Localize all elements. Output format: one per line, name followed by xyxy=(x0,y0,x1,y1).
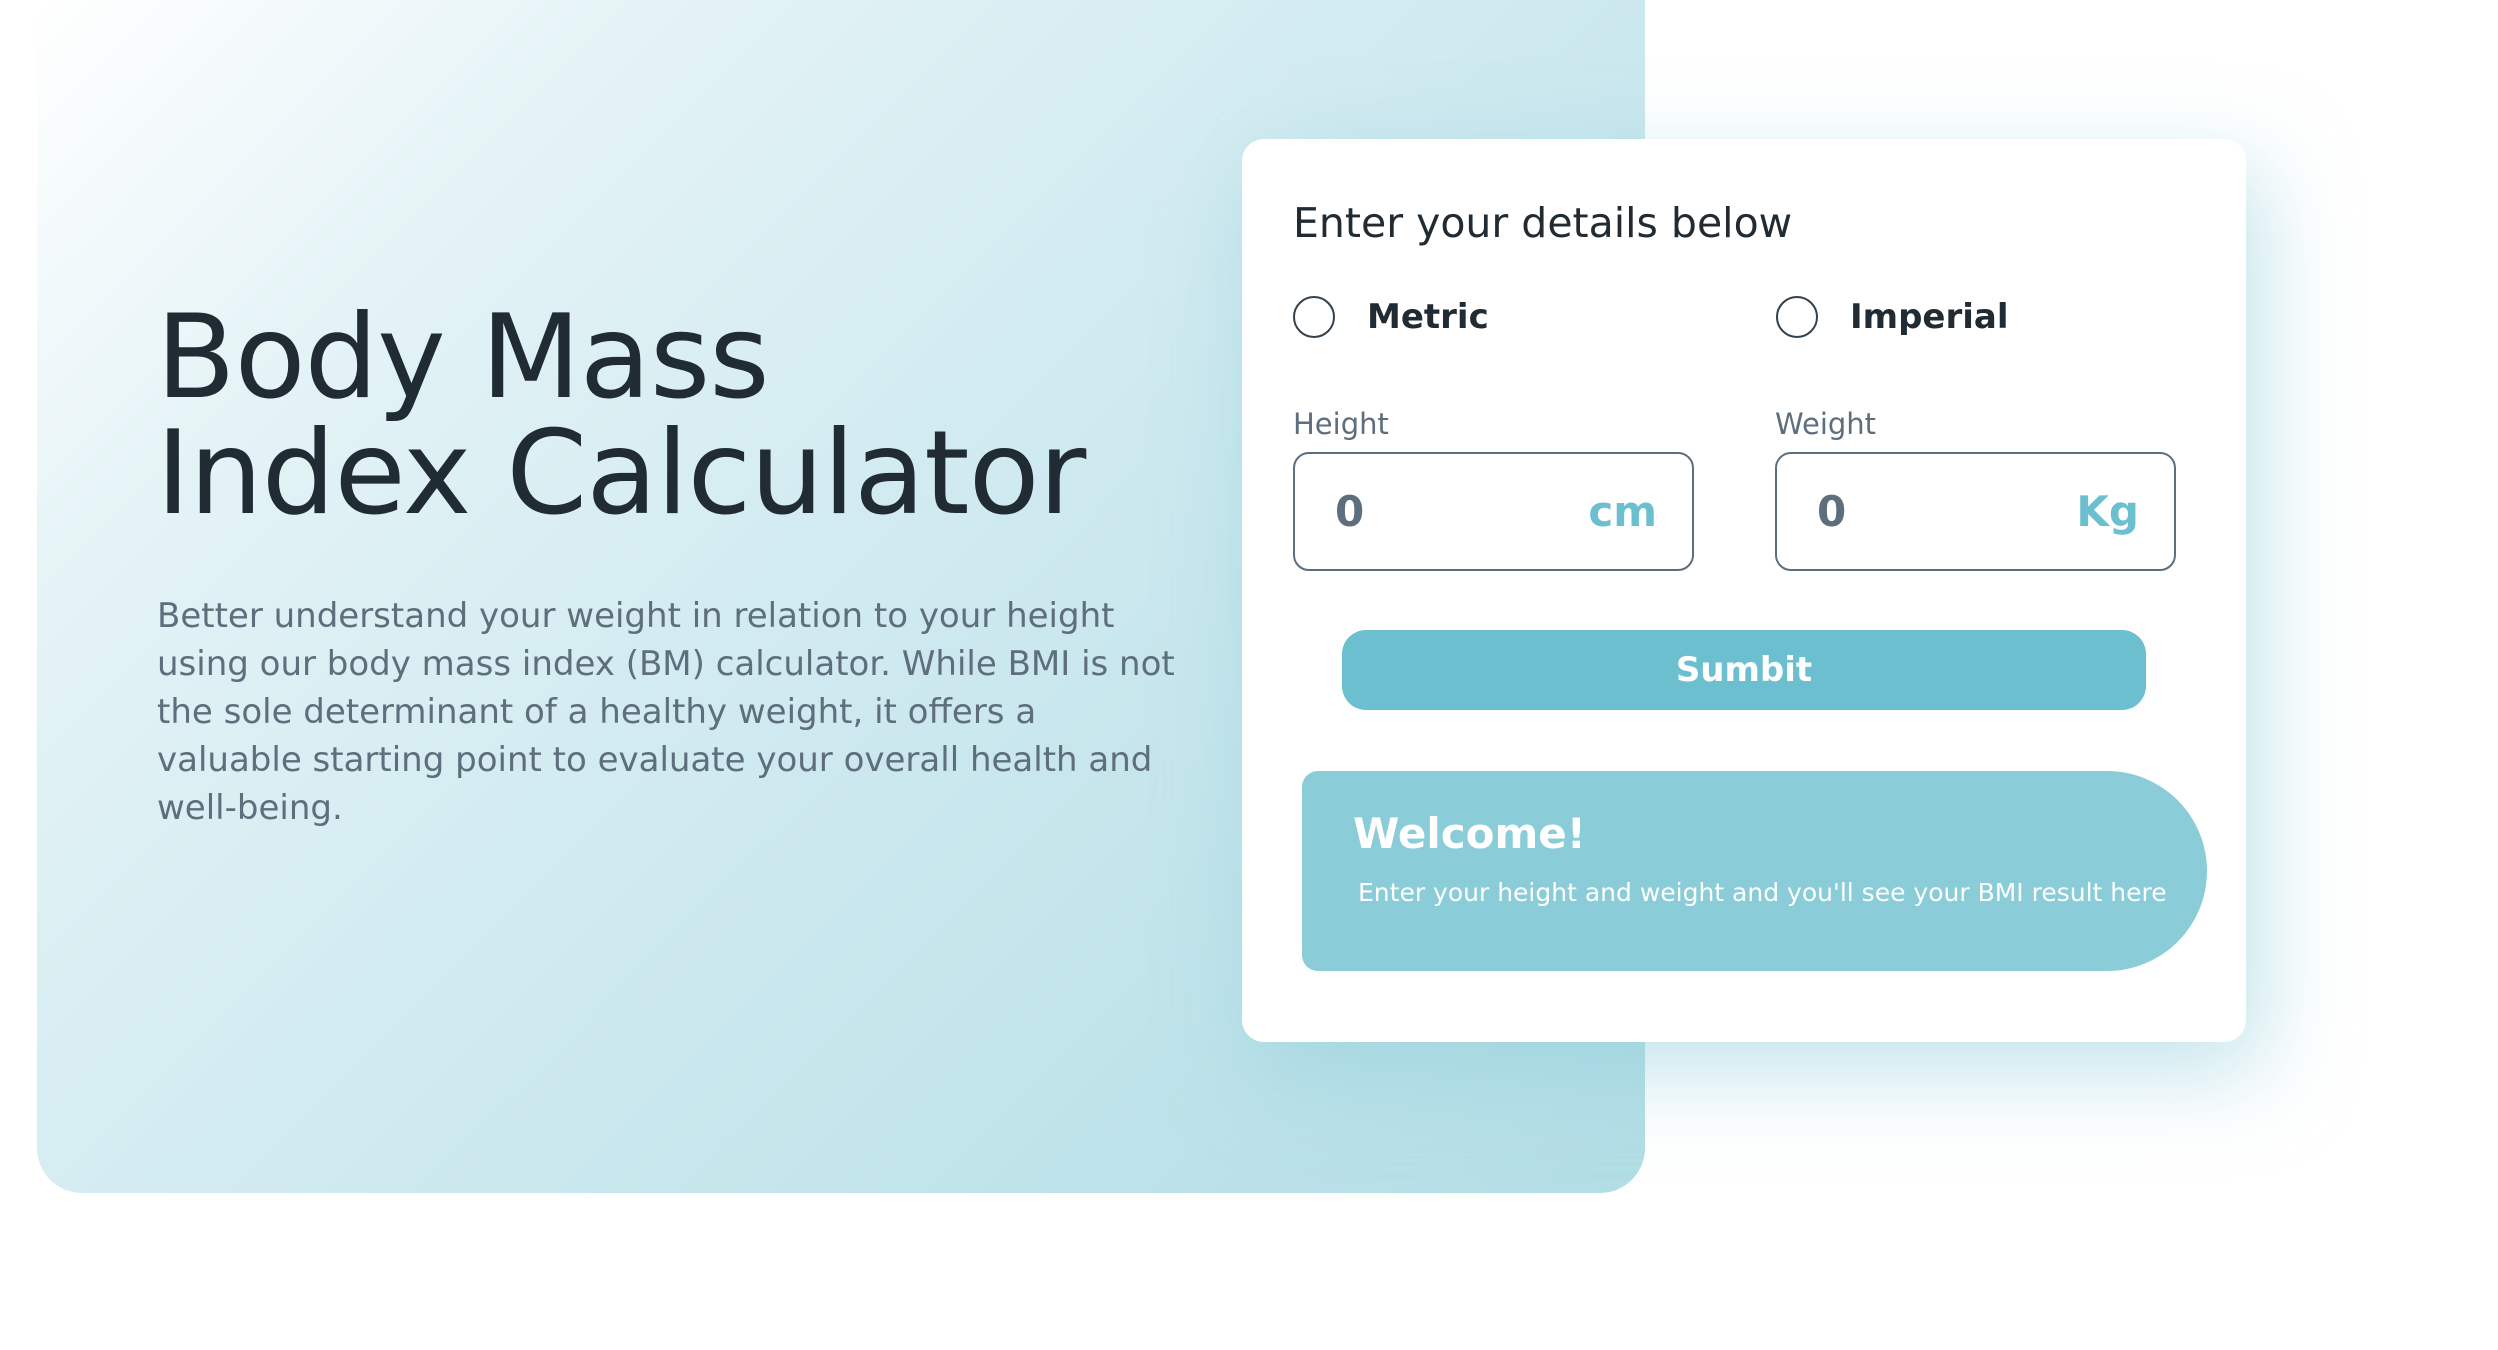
hero-description: Better understand your weight in relatio… xyxy=(157,596,1175,828)
bmi-page: Body Mass Index Calculator Better unders… xyxy=(0,0,2498,1350)
height-input[interactable] xyxy=(1335,487,1535,536)
imperial-radio[interactable]: Imperial xyxy=(1776,296,2009,338)
submit-button[interactable]: Sumbit xyxy=(1342,630,2146,710)
weight-unit: Kg xyxy=(2076,487,2139,536)
metric-radio-label[interactable]: Metric xyxy=(1367,297,1489,337)
weight-field[interactable]: Kg xyxy=(1775,452,2176,571)
metric-radio-circle[interactable] xyxy=(1293,296,1335,338)
calculator-card: Enter your details below Metric Imperial… xyxy=(1242,139,2246,1042)
page-title-line-1: Body Mass xyxy=(156,290,770,425)
result-message: Enter your height and weight and you'll … xyxy=(1358,878,2167,907)
imperial-radio-label[interactable]: Imperial xyxy=(1850,297,2009,337)
result-panel: Welcome! Enter your height and weight an… xyxy=(1302,771,2207,971)
height-field[interactable]: cm xyxy=(1293,452,1694,571)
metric-radio[interactable]: Metric xyxy=(1293,296,1489,338)
form-title: Enter your details below xyxy=(1293,199,1793,247)
weight-label: Weight xyxy=(1775,407,1877,441)
result-title: Welcome! xyxy=(1353,809,1586,858)
page-title: Body Mass Index Calculator xyxy=(156,300,1206,532)
height-label: Height xyxy=(1293,407,1389,441)
height-unit: cm xyxy=(1588,487,1657,536)
weight-input[interactable] xyxy=(1817,487,2017,536)
page-title-line-2: Index Calculator xyxy=(156,406,1086,541)
imperial-radio-circle[interactable] xyxy=(1776,296,1818,338)
